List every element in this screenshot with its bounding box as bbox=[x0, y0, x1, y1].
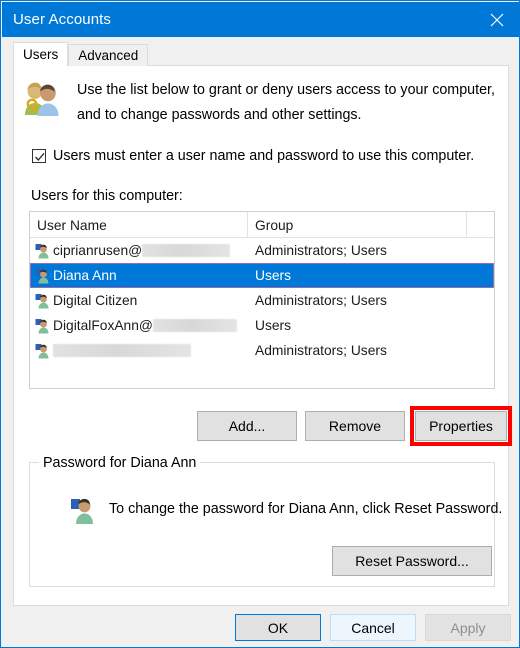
user-name-text: DigitalFoxAnn@ bbox=[53, 318, 153, 333]
ok-button-label: OK bbox=[267, 619, 289, 636]
column-header-extra[interactable] bbox=[467, 212, 494, 238]
require-login-checkbox-row[interactable]: Users must enter a user name and passwor… bbox=[32, 148, 474, 164]
add-button[interactable]: Add... bbox=[197, 411, 297, 441]
cell-group: Administrators; Users bbox=[255, 293, 387, 308]
remove-button-label: Remove bbox=[328, 418, 382, 434]
apply-button: Apply bbox=[425, 614, 511, 641]
password-description: To change the password for Diana Ann, cl… bbox=[109, 501, 503, 517]
reset-password-button[interactable]: Reset Password... bbox=[332, 546, 492, 576]
tab-strip: Users Advanced bbox=[13, 42, 149, 66]
cell-user-name: ciprianrusen@ bbox=[30, 238, 248, 263]
intro-line-2: and to change passwords and other settin… bbox=[77, 107, 362, 123]
cell-group: Users bbox=[255, 268, 292, 283]
tab-advanced[interactable]: Advanced bbox=[68, 44, 149, 66]
cell-group: Users bbox=[255, 318, 292, 333]
ok-button[interactable]: OK bbox=[235, 614, 321, 641]
tab-users[interactable]: Users bbox=[13, 42, 69, 66]
close-glyph bbox=[490, 13, 504, 26]
close-icon[interactable] bbox=[474, 2, 519, 37]
user-name-text: ciprianrusen@ bbox=[53, 243, 143, 258]
require-login-checkbox[interactable] bbox=[32, 149, 46, 163]
cancel-button[interactable]: Cancel bbox=[330, 614, 416, 641]
title-bar: User Accounts bbox=[2, 2, 519, 37]
table-row[interactable]: ciprianrusen@ Administrators; Users bbox=[30, 238, 494, 263]
listview-header: User Name Group bbox=[30, 212, 494, 238]
cell-group: Administrators; Users bbox=[255, 243, 387, 258]
intro-block: Use the list below to grant or deny user… bbox=[17, 78, 502, 128]
tab-page-users: Use the list below to grant or deny user… bbox=[13, 65, 512, 606]
intro-line-1: Use the list below to grant or deny user… bbox=[77, 82, 495, 98]
table-row[interactable]: Digital Citizen Administrators; Users bbox=[30, 288, 494, 313]
cell-user-name: DigitalFoxAnn@ bbox=[30, 313, 248, 338]
add-button-label: Add... bbox=[228, 418, 266, 434]
table-row[interactable]: Diana Ann Users bbox=[30, 263, 494, 288]
tab-users-label: Users bbox=[23, 47, 59, 62]
column-header-group[interactable]: Group bbox=[248, 212, 467, 238]
redacted-text bbox=[53, 344, 191, 357]
user-name-text: Diana Ann bbox=[53, 268, 117, 283]
cancel-button-label: Cancel bbox=[351, 619, 395, 636]
tab-advanced-label: Advanced bbox=[78, 48, 139, 63]
table-row[interactable]: Administrators; Users bbox=[30, 338, 494, 363]
users-listview[interactable]: User Name Group ciprianrusen@ Administrat… bbox=[29, 211, 495, 389]
table-row[interactable]: DigitalFoxAnn@ Users bbox=[30, 313, 494, 338]
intro-text: Use the list below to grant or deny user… bbox=[77, 78, 497, 128]
redacted-text bbox=[142, 244, 231, 257]
cell-user-name bbox=[30, 338, 248, 363]
checkmark-icon bbox=[35, 152, 45, 161]
users-with-key-icon bbox=[25, 82, 59, 117]
redacted-text bbox=[152, 319, 237, 332]
user-mini-icon bbox=[35, 243, 49, 258]
properties-button-label: Properties bbox=[429, 418, 493, 434]
user-name-text: Digital Citizen bbox=[53, 293, 138, 308]
remove-button[interactable]: Remove bbox=[305, 411, 405, 441]
password-groupbox-title: Password for Diana Ann bbox=[39, 455, 201, 471]
cell-group: Administrators; Users bbox=[255, 343, 387, 358]
user-mini-icon bbox=[35, 293, 49, 308]
cell-user-name: Digital Citizen bbox=[30, 288, 248, 313]
reset-password-label: Reset Password... bbox=[355, 553, 469, 569]
user-mini-icon bbox=[35, 343, 49, 358]
user-mini-icon bbox=[35, 268, 49, 283]
window-title: User Accounts bbox=[13, 11, 112, 28]
column-header-user-name[interactable]: User Name bbox=[30, 212, 248, 238]
single-user-icon bbox=[71, 498, 93, 524]
user-mini-icon bbox=[35, 318, 49, 333]
user-accounts-dialog: User Accounts Users Advanced Use the lis… bbox=[0, 0, 520, 648]
properties-button[interactable]: Properties bbox=[415, 411, 507, 441]
apply-button-label: Apply bbox=[450, 619, 486, 636]
list-label: Users for this computer: bbox=[31, 188, 183, 204]
cell-user-name: Diana Ann bbox=[30, 263, 248, 288]
require-login-label: Users must enter a user name and passwor… bbox=[53, 148, 475, 164]
listview-body: ciprianrusen@ Administrators; Users Diana … bbox=[30, 238, 494, 363]
